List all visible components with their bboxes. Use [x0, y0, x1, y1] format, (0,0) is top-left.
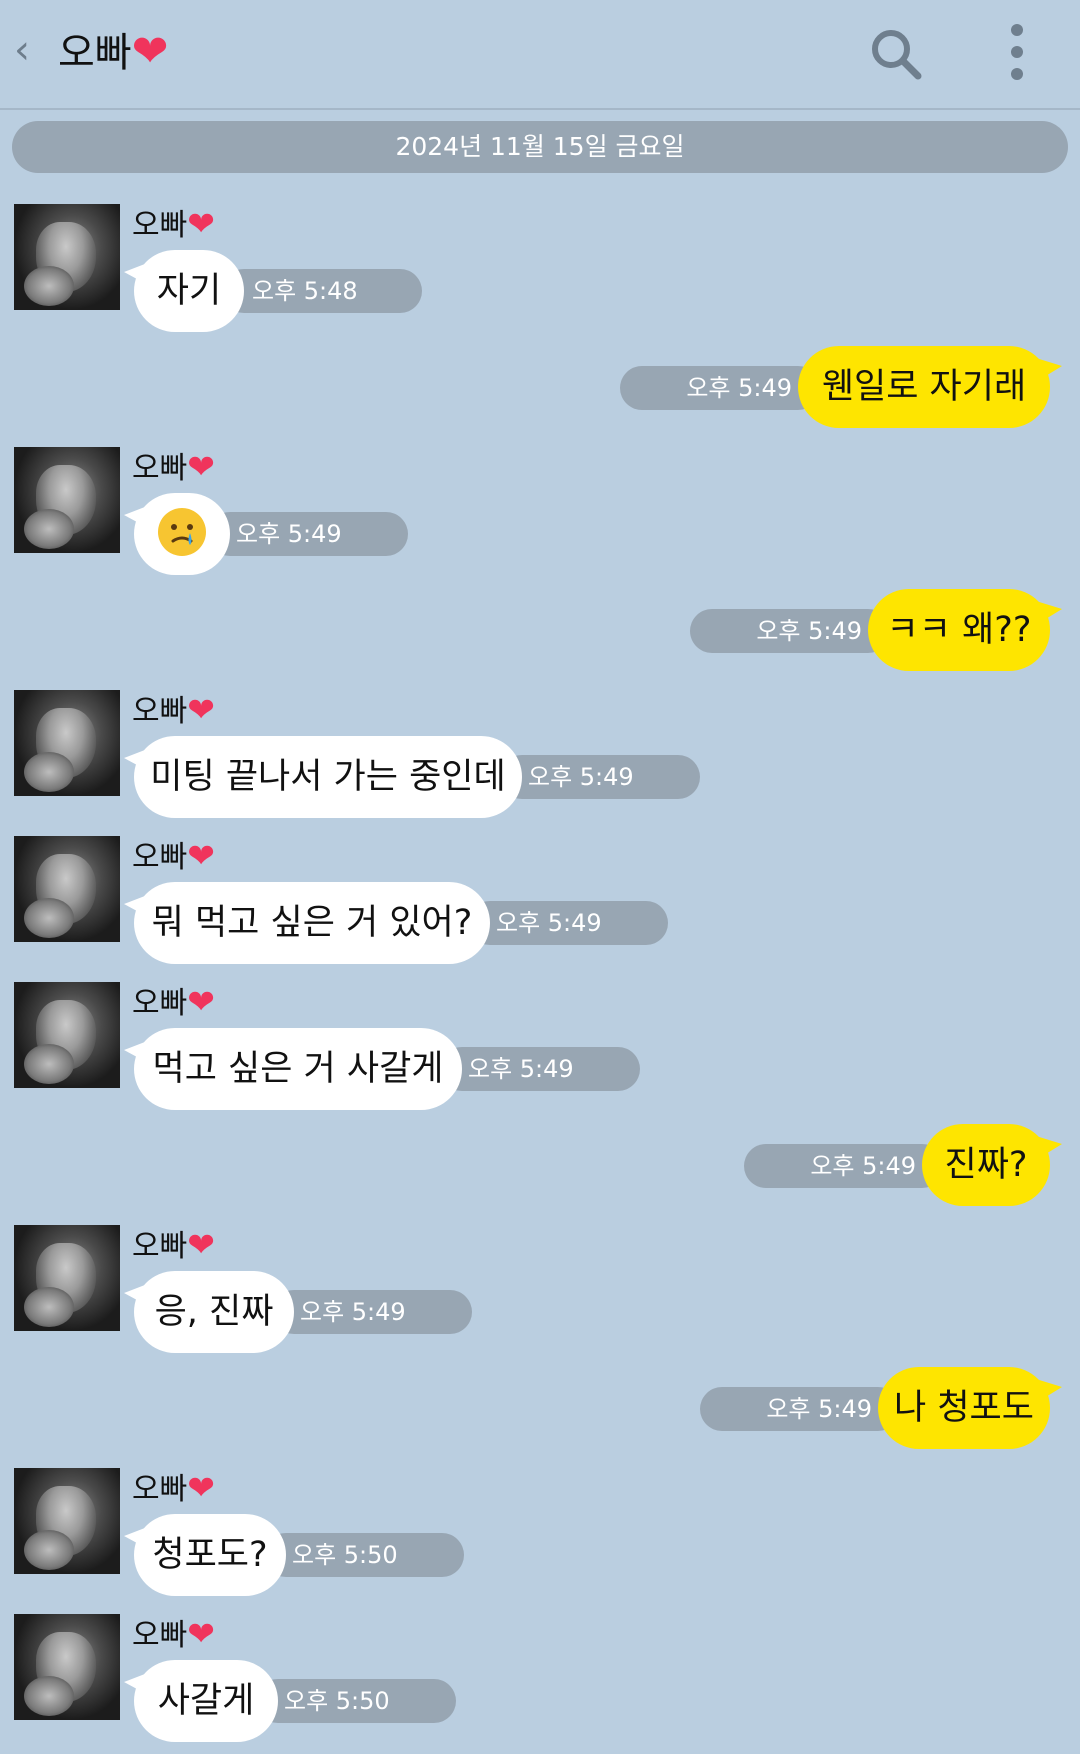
bubble-tail [124, 1283, 150, 1307]
bubble-tail [1036, 601, 1062, 625]
avatar[interactable] [14, 204, 120, 310]
message-text: 웬일로 자기래 [821, 367, 1027, 407]
chat-header: ‹ 오빠❤ [0, 0, 1080, 110]
sender-name: 오빠❤ [132, 204, 215, 246]
message-time: 오후 5:50 [256, 1679, 456, 1723]
message-bubble[interactable] [124, 493, 230, 575]
message-bubble[interactable]: 미팅 끝나서 가는 중인데 [124, 736, 522, 818]
message-text: 진짜? [944, 1145, 1028, 1185]
message-time: 오후 5:49 [208, 512, 408, 556]
sender-name-text: 오빠 [132, 1618, 188, 1653]
heart-icon: ❤ [187, 1225, 215, 1264]
crying-face-emoji-icon [158, 508, 206, 556]
bubble-tail [1036, 1136, 1062, 1160]
sender-name: 오빠❤ [132, 982, 215, 1024]
message-text: 미팅 끝나서 가는 중인데 [150, 757, 506, 797]
bubble-tail [1036, 1379, 1062, 1403]
message-text: 먹고 싶은 거 사갈게 [152, 1049, 444, 1089]
sender-name-text: 오빠 [132, 208, 188, 243]
message-bubble[interactable]: 나 청포도 [878, 1367, 1062, 1449]
chat-title: 오빠❤ [58, 22, 168, 82]
back-icon[interactable]: ‹ [14, 28, 44, 72]
message-text: 청포도? [152, 1535, 268, 1575]
message-bubble[interactable]: 청포도? [124, 1514, 286, 1596]
heart-icon: ❤ [187, 447, 215, 486]
message-text: 뭐 먹고 싶은 거 있어? [151, 903, 473, 943]
heart-icon: ❤ [187, 204, 215, 243]
heart-icon: ❤ [187, 1614, 215, 1653]
bubble-tail [124, 1526, 150, 1550]
sender-name: 오빠❤ [132, 836, 215, 878]
message-time: 오후 5:49 [690, 609, 890, 653]
message-bubble[interactable]: 사갈게 [124, 1660, 278, 1742]
avatar[interactable] [14, 1614, 120, 1720]
bubble-tail [124, 505, 150, 529]
bubble-tail [124, 262, 150, 286]
avatar[interactable] [14, 690, 120, 796]
sender-name-text: 오빠 [132, 986, 188, 1021]
heart-icon: ❤ [131, 26, 169, 77]
heart-icon: ❤ [187, 1468, 215, 1507]
message-bubble[interactable]: 진짜? [922, 1124, 1062, 1206]
message-time: 오후 5:49 [500, 755, 700, 799]
bubble-tail [124, 748, 150, 772]
heart-icon: ❤ [187, 836, 215, 875]
message-bubble[interactable]: 응, 진짜 [124, 1271, 294, 1353]
message-bubble[interactable]: 먹고 싶은 거 사갈게 [124, 1028, 462, 1110]
sender-name-text: 오빠 [132, 1472, 188, 1507]
sender-name-text: 오빠 [132, 1229, 188, 1264]
bubble-tail [124, 1040, 150, 1064]
message-text: 나 청포도 [894, 1388, 1034, 1428]
sender-name: 오빠❤ [132, 447, 215, 489]
avatar[interactable] [14, 982, 120, 1088]
sender-name: 오빠❤ [132, 690, 215, 732]
avatar[interactable] [14, 447, 120, 553]
sender-name-text: 오빠 [132, 694, 188, 729]
message-time: 오후 5:49 [468, 901, 668, 945]
avatar[interactable] [14, 836, 120, 942]
date-divider: 2024년 11월 15일 금요일 [12, 121, 1068, 173]
bubble-tail [124, 894, 150, 918]
message-time: 오후 5:48 [222, 269, 422, 313]
message-time: 오후 5:50 [264, 1533, 464, 1577]
message-bubble[interactable]: 웬일로 자기래 [798, 346, 1062, 428]
message-text: ㅋㅋ 왜?? [886, 610, 1032, 650]
message-text: 사갈게 [157, 1681, 255, 1721]
message-time: 오후 5:49 [620, 366, 820, 410]
sender-name-text: 오빠 [132, 840, 188, 875]
sender-name-text: 오빠 [132, 451, 188, 486]
sender-name: 오빠❤ [132, 1614, 215, 1656]
message-time: 오후 5:49 [700, 1387, 900, 1431]
sender-name: 오빠❤ [132, 1225, 215, 1267]
sender-name: 오빠❤ [132, 1468, 215, 1510]
message-time: 오후 5:49 [440, 1047, 640, 1091]
message-text: 자기 [156, 271, 222, 311]
message-bubble[interactable]: ㅋㅋ 왜?? [868, 589, 1062, 671]
search-icon[interactable] [868, 26, 924, 82]
message-text: 응, 진짜 [154, 1292, 274, 1332]
bubble-tail [124, 1672, 150, 1696]
message-bubble[interactable]: 자기 [124, 250, 244, 332]
message-bubble[interactable]: 뭐 먹고 싶은 거 있어? [124, 882, 490, 964]
avatar[interactable] [14, 1468, 120, 1574]
message-time: 오후 5:49 [272, 1290, 472, 1334]
avatar[interactable] [14, 1225, 120, 1331]
bubble-tail [1036, 358, 1062, 382]
heart-icon: ❤ [187, 690, 215, 729]
heart-icon: ❤ [187, 982, 215, 1021]
message-time: 오후 5:49 [744, 1144, 944, 1188]
chat-title-text: 오빠 [58, 30, 132, 76]
more-options-icon[interactable] [1005, 22, 1029, 82]
